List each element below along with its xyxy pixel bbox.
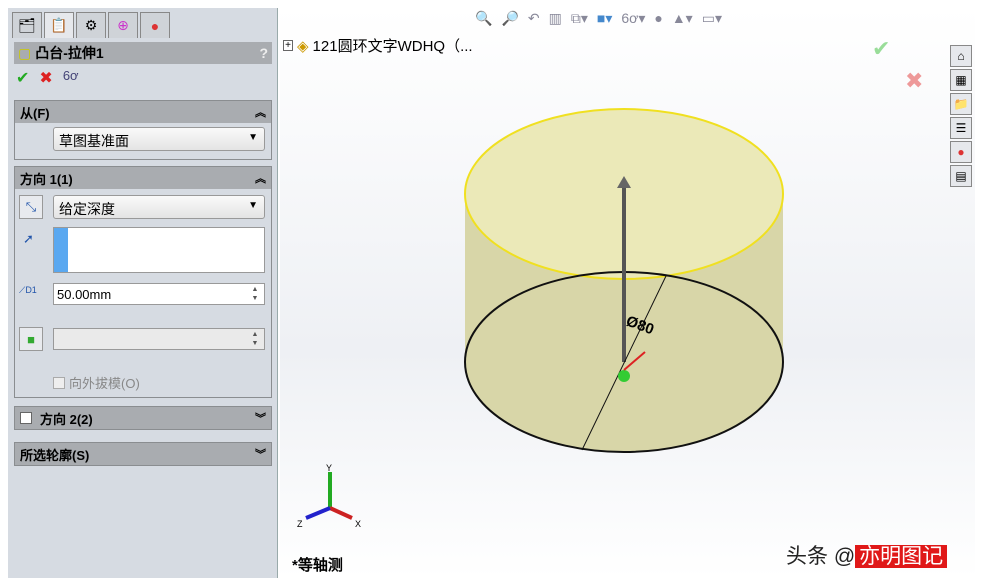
view-orientation-label: *等轴测 [292, 554, 343, 575]
watermark: 头条 @亦明图记 [786, 540, 947, 570]
axis-z-label: Z [297, 519, 303, 529]
model-canvas: Ø80 Y X Z [0, 0, 983, 586]
axis-triad: Y X Z [297, 463, 361, 529]
watermark-prefix: 头条 @ [786, 545, 855, 568]
cylinder-preview: Ø80 [465, 109, 783, 452]
axis-x-label: X [355, 519, 361, 529]
watermark-name: 亦明图记 [855, 545, 947, 568]
axis-y-label: Y [326, 463, 332, 473]
origin-icon [618, 370, 630, 382]
